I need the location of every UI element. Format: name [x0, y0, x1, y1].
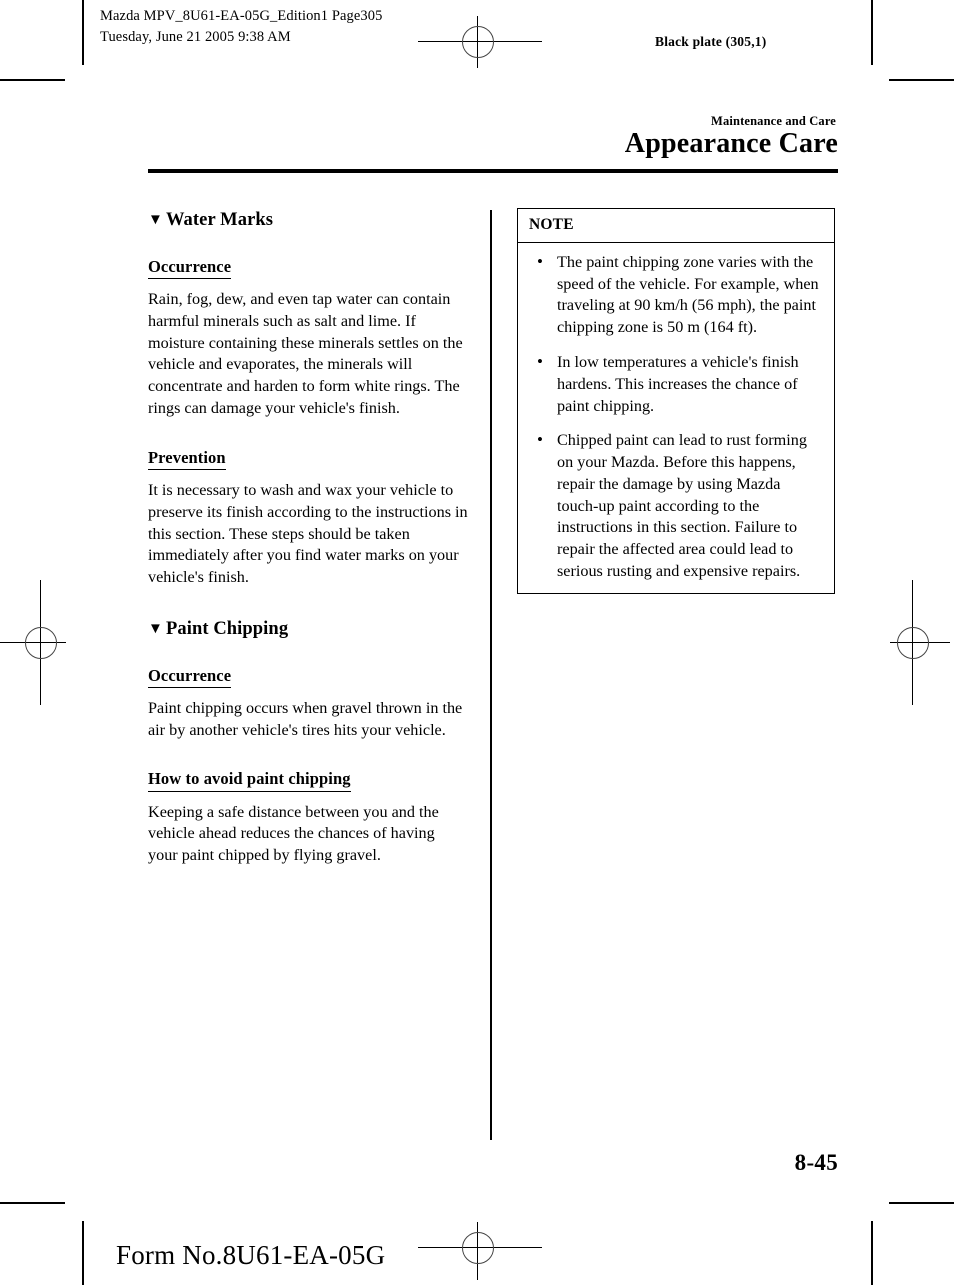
crop-mark-top-left-horizontal [0, 79, 65, 81]
body-paragraph: Keeping a safe distance between you and … [148, 802, 439, 865]
body-paragraph: Paint chipping occurs when gravel thrown… [148, 698, 463, 739]
triangle-down-icon: ▼ [148, 212, 163, 228]
crop-mark-bottom-right-horizontal [889, 1202, 954, 1204]
subheading-wrap: Occurrence [148, 651, 468, 693]
registration-mark-bottom-center [418, 1222, 542, 1280]
note-list: • The paint chipping zone varies with th… [528, 252, 824, 583]
body-paragraph: It is necessary to wash and wax your veh… [148, 480, 468, 587]
list-item-text: The paint chipping zone varies with the … [557, 252, 819, 337]
crop-mark-top-right-horizontal [889, 79, 954, 81]
crop-mark-top-right-vertical [871, 0, 873, 65]
subheading-wrap: Prevention [148, 433, 468, 475]
form-number: Form No.8U61-EA-05G [116, 1240, 386, 1270]
subheading-occurrence: Occurrence [148, 256, 232, 280]
list-item: • The paint chipping zone varies with th… [528, 252, 824, 339]
header-rule [148, 169, 838, 173]
left-column: ▼ Water Marks Occurrence Rain, fog, dew,… [148, 208, 468, 867]
list-item-text: Chipped paint can lead to rust forming o… [557, 431, 807, 580]
subheading-wrap: How to avoid paint chipping [148, 754, 468, 796]
subheading-prevention: Prevention [148, 447, 226, 470]
list-item-text: In low temperatures a vehicle's finish h… [557, 352, 799, 415]
note-box-body: • The paint chipping zone varies with th… [518, 243, 834, 593]
topic-heading-label: Paint Chipping [165, 618, 289, 639]
topic-heading-water-marks: ▼ Water Marks [148, 208, 468, 233]
list-item: • Chipped paint can lead to rust forming… [528, 430, 824, 582]
page-title: Appearance Care [624, 128, 838, 159]
bullet-icon: • [537, 430, 543, 450]
bullet-icon: • [537, 351, 543, 371]
registration-mark-left-center [0, 580, 66, 705]
topic-heading-label: Water Marks [165, 210, 274, 230]
print-job-info: Mazda MPV_8U61-EA-05G_Edition1 Page305 T… [100, 8, 383, 45]
note-box: NOTE • The paint chipping zone varies wi… [517, 208, 835, 594]
subheading-how-to-avoid-paint-chipping: How to avoid paint chipping [148, 768, 351, 792]
document-page: Mazda MPV_8U61-EA-05G_Edition1 Page305 T… [0, 0, 954, 1285]
topic-heading-paint-chipping: ▼ Paint Chipping [148, 617, 468, 642]
section-kicker: Maintenance and Care [711, 114, 836, 128]
registration-mark-top-center [418, 16, 542, 68]
note-box-title: NOTE [518, 209, 834, 243]
subheading-occurrence-2: Occurrence [148, 665, 232, 688]
subheading-wrap: Occurrence [148, 242, 468, 284]
black-plate-label: Black plate (305,1) [655, 34, 767, 49]
crop-mark-bottom-right-vertical [871, 1221, 873, 1285]
column-divider [490, 210, 492, 1140]
bullet-icon: • [537, 251, 543, 271]
crop-mark-bottom-left-vertical [82, 1221, 84, 1285]
page-number: 8-45 [794, 1150, 838, 1175]
triangle-down-icon: ▼ [148, 620, 163, 637]
body-paragraph: Rain, fog, dew, and even tap water can c… [148, 290, 463, 417]
list-item: • In low temperatures a vehicle's finish… [528, 352, 824, 417]
crop-mark-top-left-vertical [82, 0, 84, 65]
registration-mark-right-center [890, 580, 954, 705]
crop-mark-bottom-left-horizontal [0, 1202, 65, 1204]
right-column: NOTE • The paint chipping zone varies wi… [517, 208, 837, 594]
